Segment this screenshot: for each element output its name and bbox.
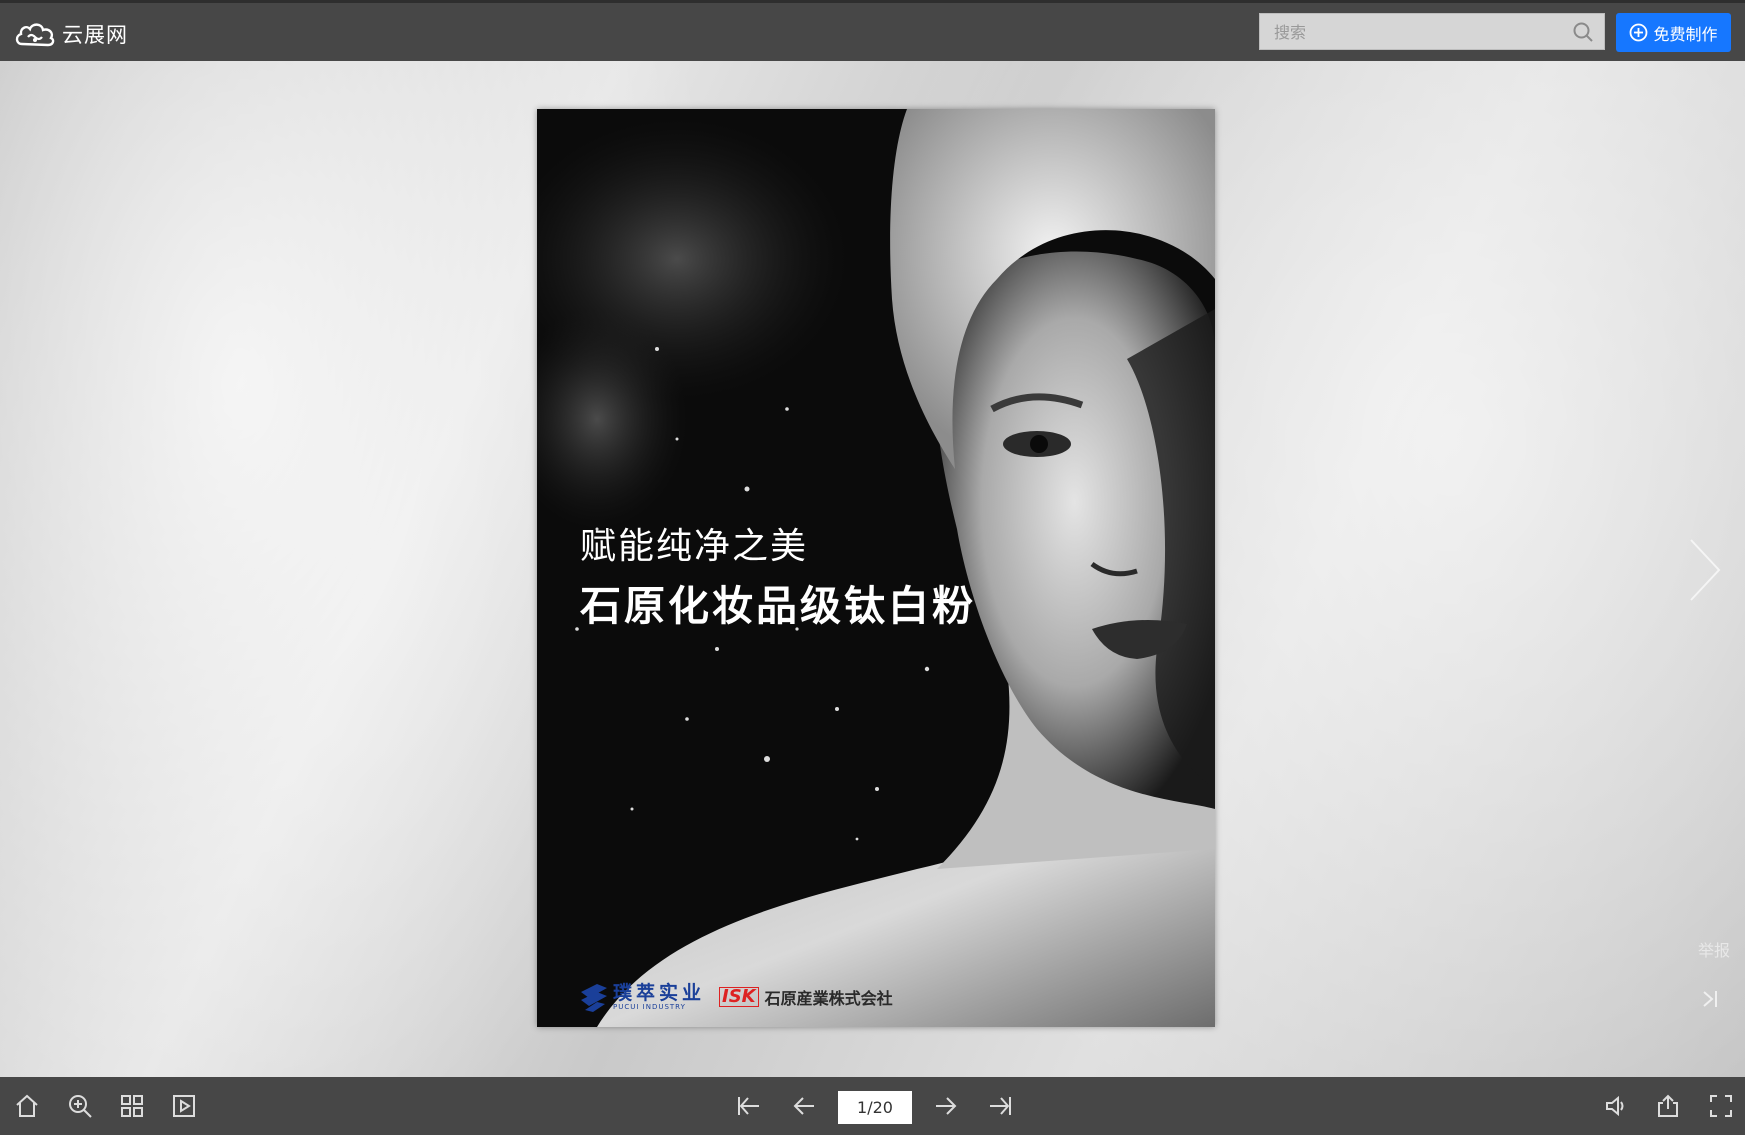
free-make-button[interactable]: 免费制作 [1616, 13, 1731, 52]
logo-text: 云展网 [62, 23, 128, 47]
search-input[interactable] [1260, 14, 1576, 51]
cloud-logo-icon [15, 23, 55, 47]
bottom-toolbar [0, 1077, 1745, 1135]
cover-brand-logos: 璞萃实业 PUCUI INDUSTRY ISK 石原産業株式会社 [579, 977, 893, 1017]
thumbnails-icon[interactable] [119, 1093, 145, 1119]
next-page-icon[interactable] [933, 1093, 959, 1119]
isk-company-name: 石原産業株式会社 [764, 989, 893, 1008]
site-logo[interactable]: 云展网 [14, 19, 128, 49]
plus-circle-icon [1630, 23, 1648, 42]
autoplay-icon[interactable] [171, 1093, 197, 1119]
free-make-label: 免费制作 [1653, 24, 1718, 44]
cover-headline: 赋能纯净之美 [580, 526, 809, 567]
page-number-input[interactable] [838, 1091, 912, 1124]
collapse-panel-icon[interactable] [1700, 988, 1720, 1010]
zoom-in-icon[interactable] [67, 1093, 93, 1119]
fullscreen-icon[interactable] [1708, 1093, 1734, 1119]
isk-logo: ISK [719, 987, 759, 1007]
top-bar: 云展网 免费制作 [0, 0, 1745, 61]
cover-title: 石原化妆品级钛白粉 [580, 582, 976, 630]
search-icon[interactable] [1572, 21, 1594, 43]
home-icon[interactable] [14, 1093, 40, 1119]
pucui-name: 璞萃实业 [613, 982, 706, 1004]
first-page-icon[interactable] [735, 1093, 761, 1119]
sound-icon[interactable] [1603, 1093, 1629, 1119]
prev-page-icon[interactable] [791, 1093, 817, 1119]
search-box [1259, 13, 1605, 51]
next-page-arrow-icon[interactable] [1687, 538, 1723, 602]
last-page-icon[interactable] [988, 1093, 1014, 1119]
pucui-logo-icon [581, 984, 607, 1012]
pucui-brand: 璞萃实业 PUCUI INDUSTRY [613, 983, 705, 1011]
flipbook-stage: 赋能纯净之美 石原化妆品级钛白粉 璞萃实业 PUCUI INDUSTRY ISK… [0, 61, 1745, 1077]
report-link[interactable]: 举报 [1698, 937, 1730, 961]
cover-page[interactable]: 赋能纯净之美 石原化妆品级钛白粉 璞萃实业 PUCUI INDUSTRY ISK… [537, 109, 1215, 1027]
pucui-subtitle: PUCUI INDUSTRY [613, 1003, 686, 1011]
share-icon[interactable] [1655, 1093, 1681, 1119]
